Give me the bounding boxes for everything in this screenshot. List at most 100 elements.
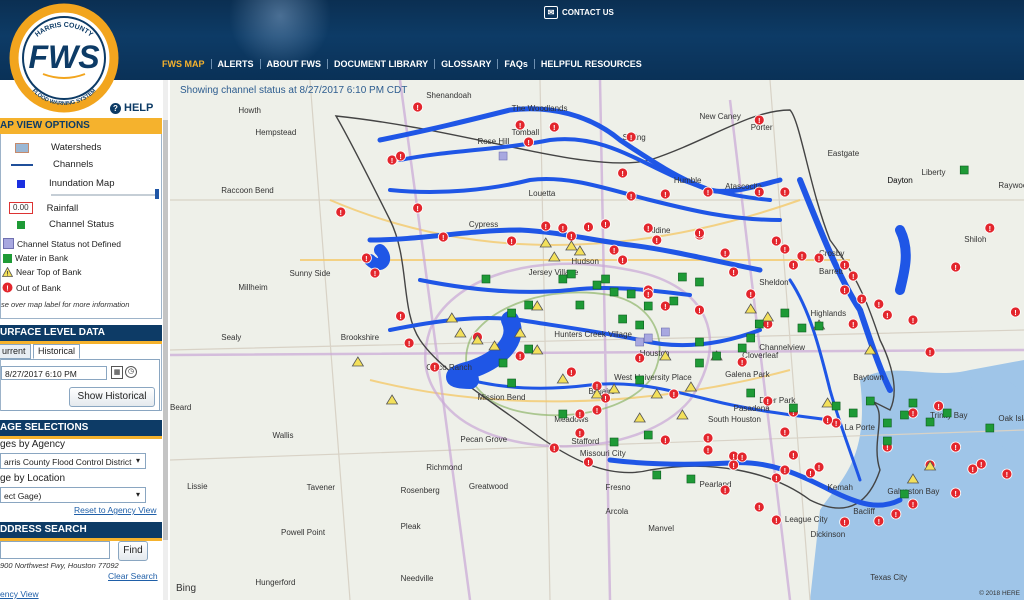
near-top-marker[interactable]	[684, 381, 698, 392]
out-of-bank-marker[interactable]: !	[924, 346, 936, 358]
out-of-bank-marker[interactable]: !	[770, 514, 782, 526]
water-in-bank-marker[interactable]	[507, 378, 516, 388]
out-of-bank-marker[interactable]: !	[335, 206, 347, 218]
out-of-bank-marker[interactable]: !	[617, 167, 629, 179]
water-in-bank-marker[interactable]	[524, 300, 533, 310]
out-of-bank-marker[interactable]: !	[403, 337, 415, 349]
fws-logo[interactable]: HARRIS COUNTY FLOOD WARNING SYSTEM FWS	[3, 2, 125, 114]
water-in-bank-marker[interactable]	[900, 410, 909, 420]
out-of-bank-marker[interactable]: !	[437, 231, 449, 243]
watersheds-toggle[interactable]: Watersheds	[15, 142, 101, 153]
agency-view-link[interactable]: ency View	[0, 589, 39, 599]
out-of-bank-marker[interactable]: !	[907, 407, 919, 419]
out-of-bank-marker[interactable]: !	[625, 131, 637, 143]
out-of-bank-marker[interactable]: !	[395, 150, 406, 162]
near-top-marker[interactable]	[539, 237, 552, 248]
inundation-opacity-slider[interactable]	[51, 194, 157, 196]
out-of-bank-marker[interactable]: !	[847, 318, 859, 330]
water-in-bank-marker[interactable]	[558, 409, 568, 419]
out-of-bank-marker[interactable]: !	[412, 101, 424, 113]
near-top-marker[interactable]	[650, 388, 663, 399]
out-of-bank-marker[interactable]: !	[907, 498, 919, 510]
nav-faqs[interactable]: FAQs	[498, 59, 535, 69]
map-view-options-header[interactable]: AP VIEW OPTIONS	[0, 118, 162, 134]
out-of-bank-marker[interactable]: !	[659, 300, 671, 312]
out-of-bank-marker[interactable]: !	[574, 427, 586, 439]
out-of-bank-marker[interactable]: !	[788, 259, 799, 271]
address-search-header[interactable]: DDRESS SEARCH	[0, 522, 162, 541]
find-button[interactable]: Find	[118, 541, 148, 561]
out-of-bank-marker[interactable]: !	[745, 288, 757, 300]
water-in-bank-marker[interactable]	[575, 300, 585, 310]
channels-toggle[interactable]: Channels	[11, 159, 93, 170]
out-of-bank-marker[interactable]: !	[617, 254, 629, 266]
water-in-bank-marker[interactable]	[780, 308, 790, 318]
out-of-bank-marker[interactable]: !	[873, 515, 885, 527]
water-in-bank-marker[interactable]	[737, 343, 747, 353]
water-in-bank-marker[interactable]	[524, 344, 533, 354]
out-of-bank-marker[interactable]: !	[506, 235, 518, 247]
out-of-bank-marker[interactable]: !	[702, 432, 714, 444]
out-of-bank-marker[interactable]: !	[548, 442, 560, 454]
water-in-bank-marker[interactable]	[695, 337, 704, 347]
water-in-bank-marker[interactable]	[686, 474, 696, 484]
calendar-icon[interactable]: ▦	[111, 366, 123, 379]
water-in-bank-marker[interactable]	[592, 280, 602, 290]
out-of-bank-marker[interactable]: !	[753, 501, 765, 513]
out-of-bank-marker[interactable]: !	[1001, 468, 1013, 480]
water-in-bank-marker[interactable]	[643, 430, 653, 440]
out-of-bank-marker[interactable]: !	[736, 356, 748, 368]
out-of-bank-marker[interactable]: !	[881, 309, 893, 321]
water-in-bank-marker[interactable]	[797, 323, 807, 333]
water-in-bank-marker[interactable]	[712, 351, 721, 361]
out-of-bank-marker[interactable]: !	[762, 395, 774, 407]
water-in-bank-marker[interactable]	[925, 417, 935, 427]
reset-agency-link[interactable]: Reset to Agency View	[74, 505, 157, 515]
water-in-bank-marker[interactable]	[635, 320, 645, 330]
out-of-bank-marker[interactable]: !	[779, 464, 791, 476]
out-of-bank-marker[interactable]: !	[429, 361, 441, 373]
out-of-bank-marker[interactable]: !	[719, 247, 731, 259]
near-top-marker[interactable]	[573, 245, 587, 256]
out-of-bank-marker[interactable]: !	[694, 227, 705, 239]
out-of-bank-marker[interactable]: !	[548, 121, 560, 133]
out-of-bank-marker[interactable]: !	[770, 472, 782, 484]
out-of-bank-marker[interactable]: !	[659, 188, 671, 200]
water-in-bank-marker[interactable]	[618, 314, 627, 324]
water-in-bank-marker[interactable]	[883, 418, 892, 428]
out-of-bank-marker[interactable]: !	[856, 293, 868, 305]
out-of-bank-marker[interactable]: !	[694, 304, 705, 316]
status-undefined-marker[interactable]	[635, 337, 645, 347]
out-of-bank-marker[interactable]: !	[847, 270, 859, 282]
near-top-marker[interactable]	[531, 300, 544, 311]
out-of-bank-marker[interactable]: !	[369, 267, 381, 279]
water-in-bank-marker[interactable]	[498, 358, 508, 368]
water-in-bank-marker[interactable]	[789, 403, 798, 413]
out-of-bank-marker[interactable]: !	[634, 352, 646, 364]
slider-handle[interactable]	[155, 189, 159, 199]
water-in-bank-marker[interactable]	[558, 274, 568, 284]
out-of-bank-marker[interactable]: !	[796, 250, 808, 262]
near-top-marker[interactable]	[445, 312, 459, 323]
out-of-bank-marker[interactable]: !	[950, 487, 962, 499]
out-of-bank-marker[interactable]: !	[565, 366, 577, 378]
out-of-bank-marker[interactable]: !	[753, 186, 765, 198]
water-in-bank-marker[interactable]	[635, 375, 645, 385]
out-of-bank-marker[interactable]: !	[583, 456, 594, 468]
water-in-bank-marker[interactable]	[609, 437, 619, 447]
out-of-bank-marker[interactable]: !	[779, 243, 791, 255]
near-top-marker[interactable]	[531, 344, 544, 355]
out-of-bank-marker[interactable]: !	[779, 186, 791, 198]
water-in-bank-marker[interactable]	[908, 398, 918, 408]
out-of-bank-marker[interactable]: !	[591, 404, 603, 416]
out-of-bank-marker[interactable]: !	[702, 444, 714, 456]
fws-map[interactable]: Shenandoah The Woodlands Howth New Caney Hem…	[170, 80, 1024, 600]
out-of-bank-marker[interactable]: !	[890, 508, 902, 520]
water-in-bank-marker[interactable]	[481, 274, 491, 284]
tab-historical[interactable]: Historical	[33, 344, 81, 359]
out-of-bank-marker[interactable]: !	[728, 266, 740, 278]
water-in-bank-marker[interactable]	[678, 272, 687, 282]
out-of-bank-marker[interactable]: !	[514, 350, 526, 362]
status-undefined-marker[interactable]	[643, 333, 653, 343]
map-canvas[interactable]: Shenandoah The Woodlands Howth New Caney Hem…	[170, 80, 1024, 600]
